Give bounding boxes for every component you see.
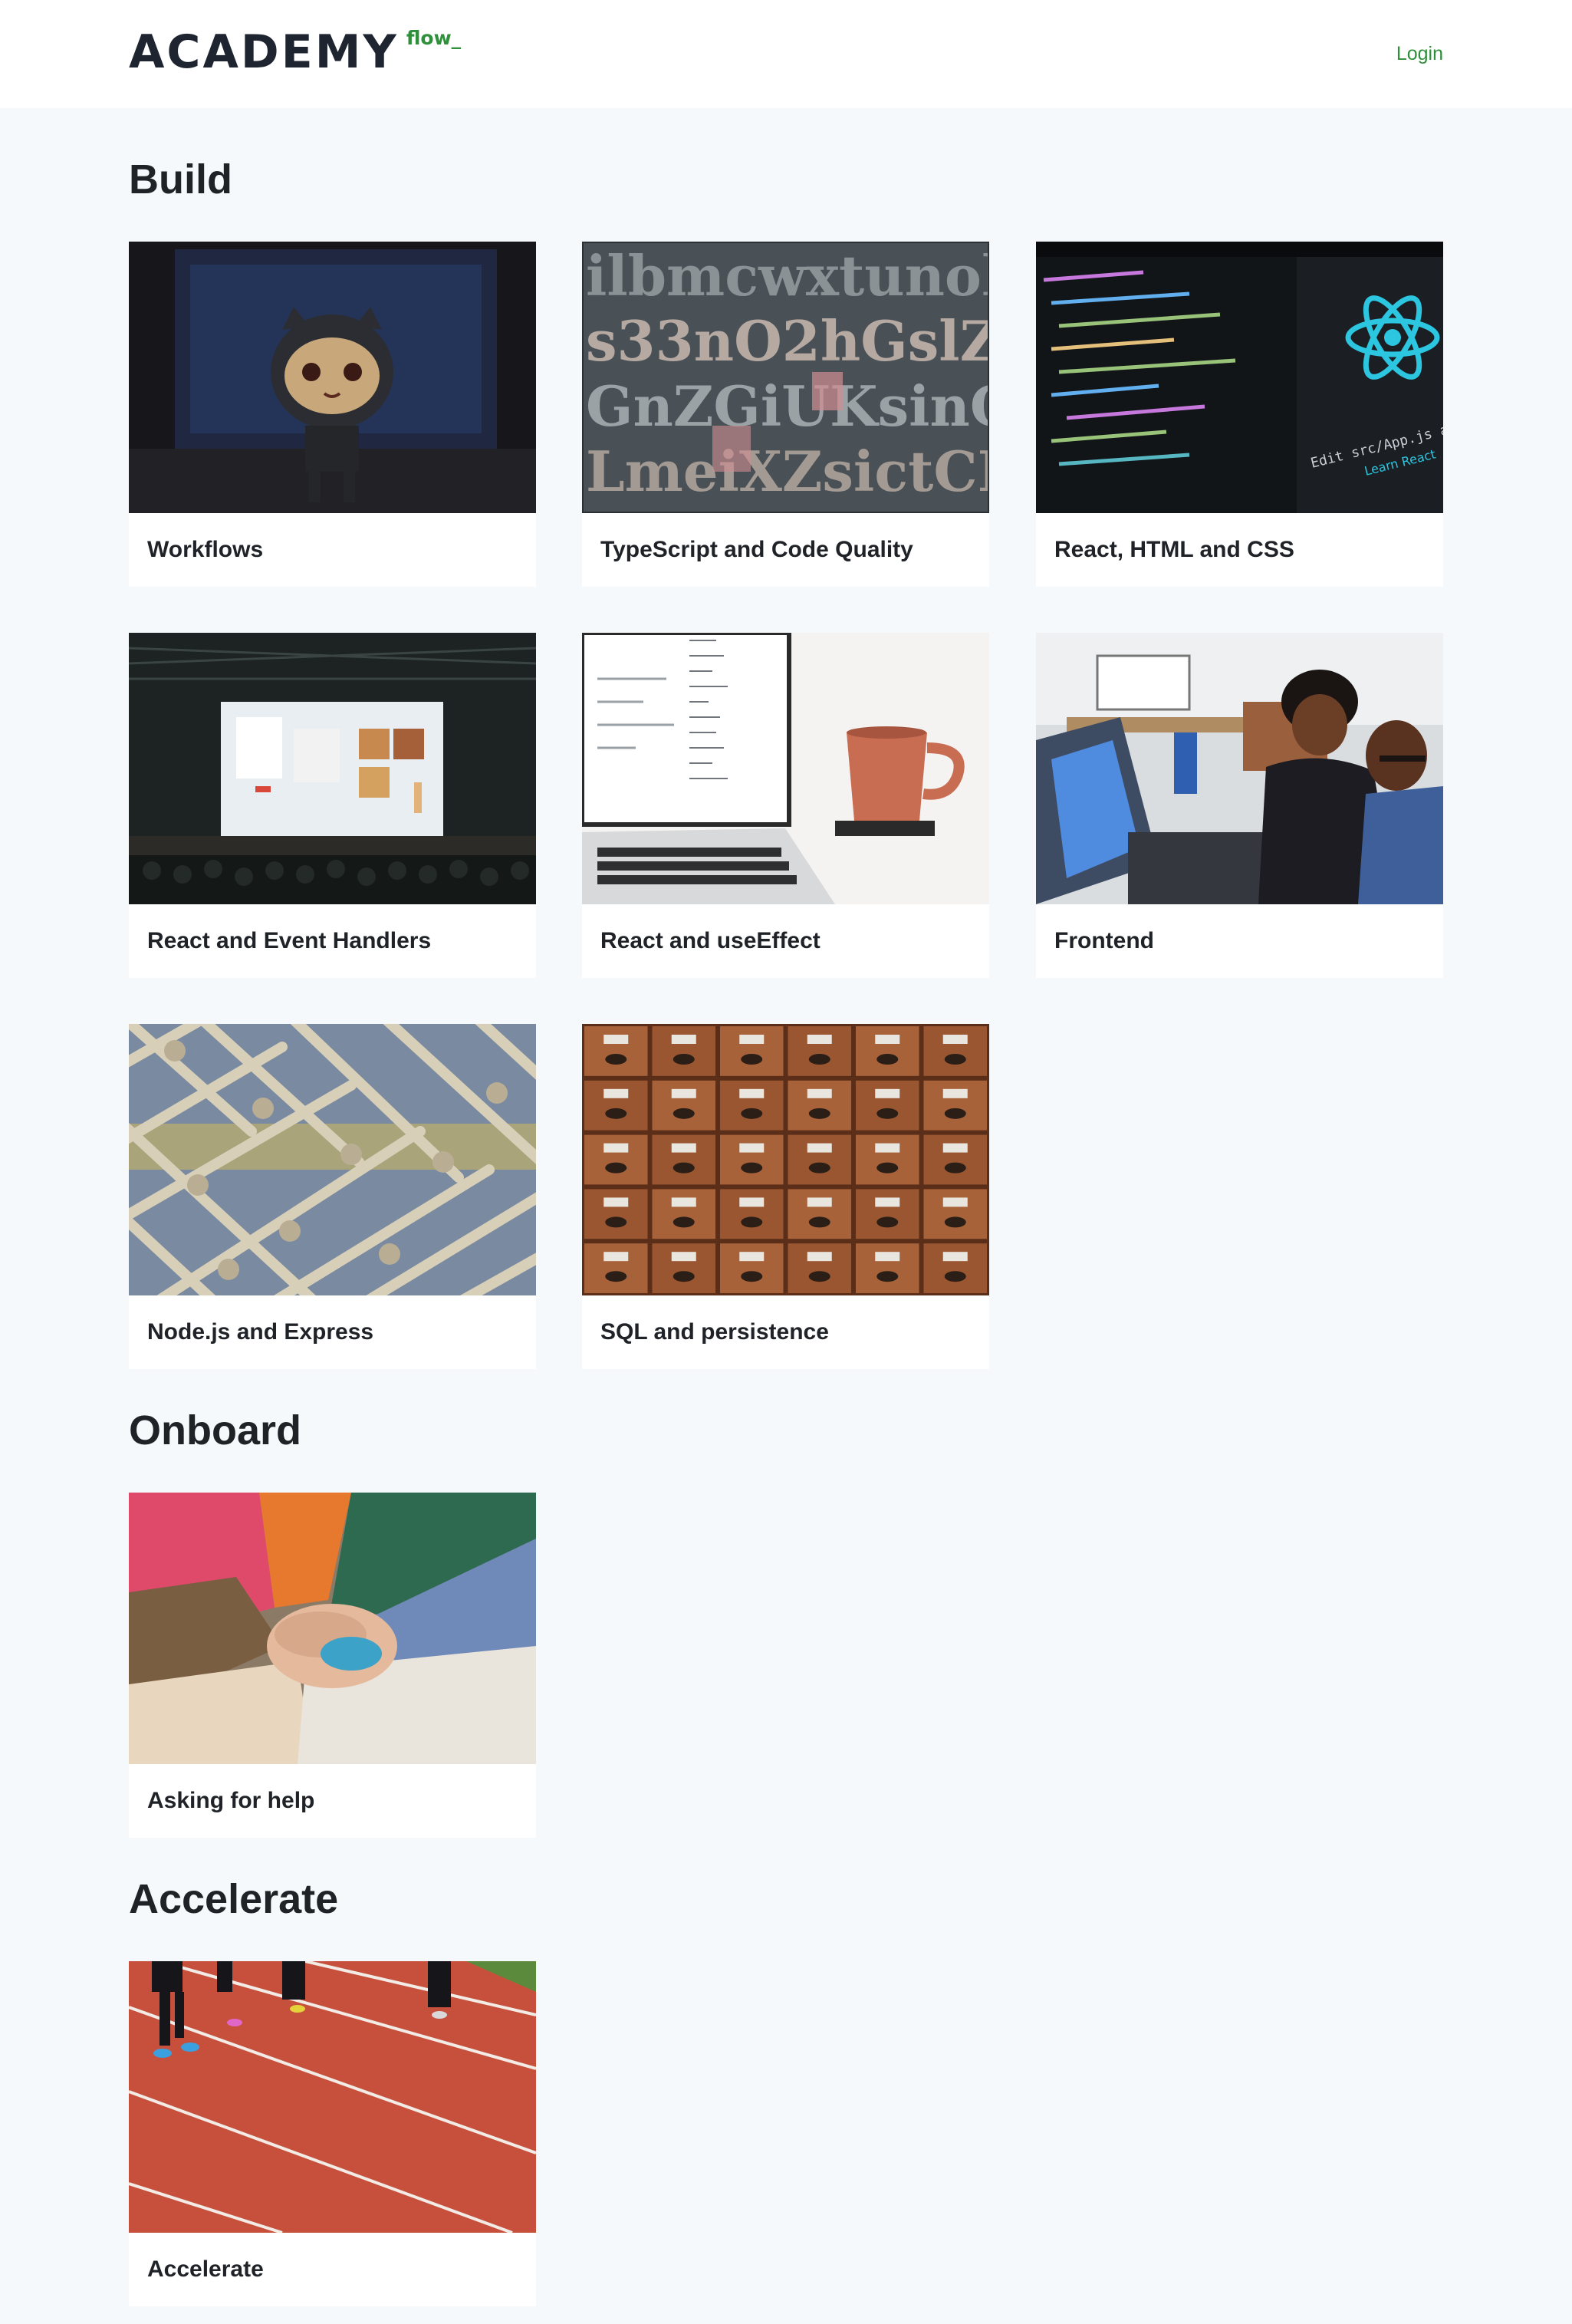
course-card-accelerate[interactable]: Accelerate — [129, 1961, 536, 2306]
section-title-accelerate: Accelerate — [129, 1876, 339, 1922]
section-title-build: Build — [129, 156, 232, 202]
running-track-photo — [129, 1961, 536, 2233]
svg-text:LmeiXZsictCBLIC: LmeiXZsictCBLIC — [586, 439, 989, 504]
course-card-title: React, HTML and CSS — [1054, 537, 1294, 562]
course-card-react-html-css[interactable]: Edit src/App.js and save Learn React Rea… — [1036, 242, 1443, 587]
course-card-workflows[interactable]: Workflows — [129, 242, 536, 587]
course-card-title: Workflows — [147, 537, 264, 562]
course-card-title: React and useEffect — [600, 928, 821, 953]
letterpress-type-photo: ilbmcwxtunolfi s33nO2hGslZsAs GnZGiUKsin… — [582, 242, 989, 513]
course-card-title: SQL and persistence — [600, 1319, 829, 1345]
login-link[interactable]: Login — [1396, 43, 1443, 65]
course-card-react-useeffect[interactable]: React and useEffect — [582, 633, 989, 978]
academy-logo[interactable]: ACADEMY flow_ — [129, 25, 462, 79]
course-card-nodejs-express[interactable]: Node.js and Express — [129, 1024, 536, 1369]
course-card-title: Accelerate — [147, 2257, 264, 2282]
coworkers-at-laptop-photo — [1036, 633, 1443, 904]
card-catalog-drawers-photo — [582, 1024, 989, 1295]
course-card-title: React and Event Handlers — [147, 928, 432, 953]
course-card-react-event-handlers[interactable]: React and Event Handlers — [129, 633, 536, 978]
svg-text:s33nO2hGslZsAs: s33nO2hGslZsAs — [586, 308, 989, 374]
course-card-title: Asking for help — [147, 1788, 315, 1813]
section-title-onboard: Onboard — [129, 1407, 301, 1453]
octocat-figurine-photo — [129, 242, 536, 513]
svg-text:GnZGiUKsinGus: GnZGiUKsinGus — [586, 374, 989, 439]
logo-wordmark: ACADEMY — [129, 25, 399, 79]
course-card-asking-for-help[interactable]: Asking for help — [129, 1493, 536, 1838]
react-code-editor-photo: Edit src/App.js and save Learn React — [1036, 242, 1443, 513]
laptop-coffee-mug-photo — [582, 633, 989, 904]
course-card-title: Frontend — [1054, 928, 1154, 953]
course-card-sql-persistence[interactable]: SQL and persistence — [582, 1024, 989, 1369]
course-card-title: TypeScript and Code Quality — [600, 537, 913, 562]
conference-stage-photo — [129, 633, 536, 904]
course-card-typescript[interactable]: ilbmcwxtunolfi s33nO2hGslZsAs GnZGiUKsin… — [582, 242, 989, 587]
svg-text:ilbmcwxtunolfi: ilbmcwxtunolfi — [586, 243, 989, 308]
site-header: ACADEMY flow_ Login — [0, 0, 1572, 108]
course-card-title: Node.js and Express — [147, 1319, 374, 1345]
team-hands-stack-photo — [129, 1493, 536, 1764]
rope-net-photo — [129, 1024, 536, 1295]
logo-subtitle: flow_ — [406, 27, 462, 49]
course-card-frontend[interactable]: Frontend — [1036, 633, 1443, 978]
